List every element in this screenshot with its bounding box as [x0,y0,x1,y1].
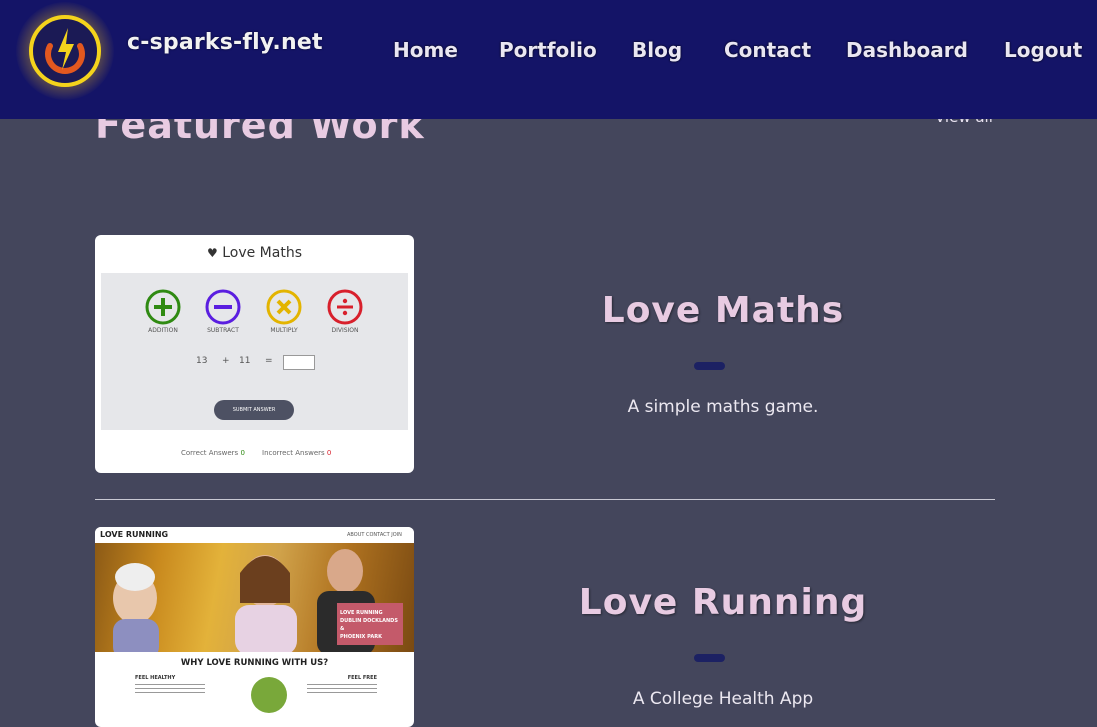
project-thumbnail-love-maths[interactable]: ♥ Love Maths ADDITION SUBTRACT MULTIPLY … [95,235,414,473]
project-divider [95,499,995,500]
multiply-icon [266,289,302,325]
preview-runner-avatar [251,677,287,713]
title-underline-bar [694,654,725,662]
submit-answer-button: SUBMIT ANSWER [214,400,294,420]
division-button: DIVISION [325,289,365,334]
answer-box [283,355,315,370]
project-title-love-running[interactable]: Love Running [513,582,933,623]
preview-game-panel: ADDITION SUBTRACT MULTIPLY DIVISION 13 +… [101,273,408,430]
main-nav: Home Portfolio Blog Contact Dashboard Lo… [0,38,1097,68]
nav-contact[interactable]: Contact [724,38,811,62]
operand2: 11 [239,356,251,366]
site-header: c-sparks-fly.net Home Portfolio Blog Con… [0,0,1097,119]
subtract-button: SUBTRACT [203,289,243,334]
preview-banner: LOVE RUNNING DUBLIN DOCKLANDS & PHOENIX … [337,603,403,645]
operand1: 13 [196,356,208,366]
nav-dashboard[interactable]: Dashboard [846,38,968,62]
nav-home[interactable]: Home [393,38,458,62]
operator: + [222,356,230,366]
correct-answers: Correct Answers 0 [181,449,245,457]
minus-icon [205,289,241,325]
preview-header: ♥ Love Maths [206,245,302,261]
nav-portfolio[interactable]: Portfolio [499,38,597,62]
divide-icon [327,289,363,325]
project-thumbnail-love-running[interactable]: LOVE RUNNING ABOUT CONTACT JOIN LOVE RUN… [95,527,414,727]
equals-sign: = [265,356,273,366]
nav-logout[interactable]: Logout [1004,38,1082,62]
plus-icon [145,289,181,325]
project-title-love-maths[interactable]: Love Maths [513,290,933,331]
preview-topbar: LOVE RUNNING ABOUT CONTACT JOIN [95,527,414,543]
incorrect-answers: Incorrect Answers 0 [262,449,332,457]
project-description-love-maths: A simple maths game. [627,397,819,417]
nav-blog[interactable]: Blog [632,38,682,62]
multiply-button: MULTIPLY [264,289,304,334]
project-description-love-running: A College Health App [632,689,814,709]
addition-button: ADDITION [143,289,183,334]
preview-col-right: FEEL FREE [307,675,377,696]
preview-col-left: FEEL HEALTHY [135,675,205,696]
title-underline-bar [694,362,725,370]
runners-photo: LOVE RUNNING DUBLIN DOCKLANDS & PHOENIX … [95,543,414,652]
heart-icon: ♥ [206,246,218,260]
preview-why-heading: WHY LOVE RUNNING WITH US? [180,658,329,668]
